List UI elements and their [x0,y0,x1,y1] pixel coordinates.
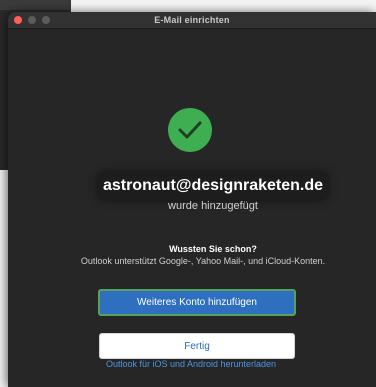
titlebar: E-Mail einrichten [8,12,376,29]
tip-heading: Wussten Sie schon? [169,244,257,254]
added-message: wurde hinzugefügt [168,200,258,212]
background-window-titlebar [0,0,70,10]
tip-text: Outlook unterstützt Google-, Yahoo Mail-… [80,256,326,266]
dialog-content: astronaut@designraketen.de wurde hinzuge… [8,29,376,387]
email-setup-dialog: E-Mail einrichten astronaut@designrakete… [8,12,376,387]
done-button[interactable]: Fertig [99,333,295,359]
checkmark-glyph [178,121,202,139]
screen: E-Mail einrichten astronaut@designrakete… [0,0,376,387]
account-email: astronaut@designraketen.de [102,177,324,194]
window-title: E-Mail einrichten [154,15,230,25]
checkmark-icon [168,108,212,152]
download-mobile-link[interactable]: Outlook für iOS und Android herunterlade… [0,359,376,369]
add-another-account-button[interactable]: Weiteres Konto hinzufügen [98,289,296,316]
